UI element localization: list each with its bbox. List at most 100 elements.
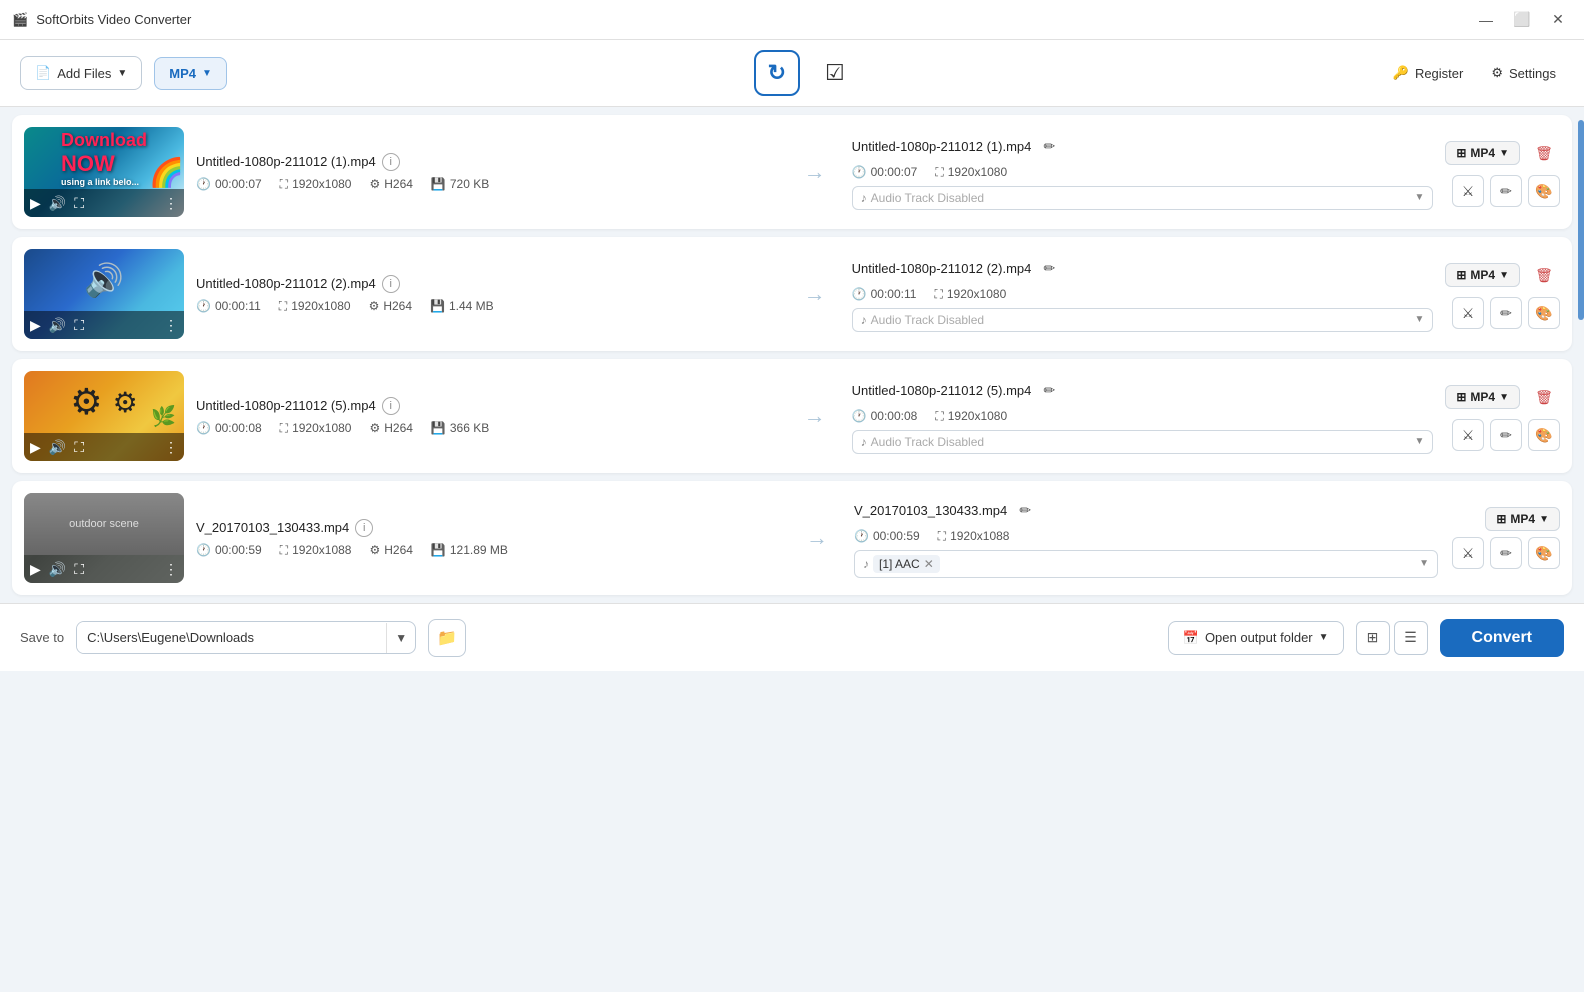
play-icon[interactable]: ▶ bbox=[30, 439, 41, 456]
info-icon[interactable]: i bbox=[382, 397, 400, 415]
delete-button[interactable]: 🗑 bbox=[1528, 137, 1560, 169]
input-file-name: V_20170103_130433.mp4 i bbox=[196, 519, 780, 537]
add-files-button[interactable]: 📄 Add Files ▼ bbox=[20, 56, 142, 90]
info-icon[interactable]: i bbox=[355, 519, 373, 537]
output-format-badge[interactable]: ⊞ MP4 ▼ bbox=[1445, 263, 1520, 287]
save-to-folder-button[interactable]: 📁 bbox=[428, 619, 466, 657]
output-name-text: Untitled-1080p-211012 (1).mp4 bbox=[852, 139, 1032, 154]
out-resolution-meta: ⛶ 1920x1080 bbox=[935, 165, 1007, 180]
thumbnail-overlay: ▶ 🔊 ⛶ ⋮ bbox=[24, 555, 184, 583]
color-button[interactable]: 🎨 bbox=[1528, 175, 1560, 207]
play-icon[interactable]: ▶ bbox=[30, 317, 41, 334]
more-icon[interactable]: ⋮ bbox=[164, 317, 178, 334]
title-bar: 🎬 SoftOrbits Video Converter — ⬜ ✕ bbox=[0, 0, 1584, 40]
output-resolution: 1920x1080 bbox=[947, 287, 1006, 301]
info-icon[interactable]: i bbox=[382, 153, 400, 171]
color-button[interactable]: 🎨 bbox=[1528, 419, 1560, 451]
save-to-label: Save to bbox=[20, 630, 64, 645]
close-button[interactable]: ✕ bbox=[1544, 6, 1572, 34]
save-to-dropdown-button[interactable]: ▼ bbox=[386, 623, 415, 653]
settings-button[interactable]: ⚙ Settings bbox=[1483, 57, 1564, 89]
input-file-name: Untitled-1080p-211012 (1).mp4 i bbox=[196, 153, 778, 171]
output-format-badge[interactable]: ⊞ MP4 ▼ bbox=[1445, 141, 1520, 165]
register-label: Register bbox=[1415, 66, 1463, 81]
more-icon[interactable]: ⋮ bbox=[164, 439, 178, 456]
add-files-chevron-icon: ▼ bbox=[117, 68, 127, 79]
check-button[interactable]: ☑ bbox=[812, 50, 858, 96]
out-duration-meta: 🕐 00:00:07 bbox=[852, 165, 918, 180]
cut-button[interactable]: ⚔ bbox=[1452, 537, 1484, 569]
file-row: Download NOW using a link belo... 🌈 ▶ 🔊 … bbox=[12, 115, 1572, 229]
expand-icon[interactable]: ⛶ bbox=[74, 439, 84, 456]
app-icon: 🎬 bbox=[12, 12, 28, 28]
output-format-badge[interactable]: ⊞ MP4 ▼ bbox=[1485, 507, 1560, 531]
more-icon[interactable]: ⋮ bbox=[164, 561, 178, 578]
grid-view-button[interactable]: ⊞ bbox=[1356, 621, 1390, 655]
resize-icon: ⛶ bbox=[280, 543, 288, 558]
edit-name-icon[interactable]: ✏ bbox=[1037, 135, 1061, 159]
input-size: 1.44 MB bbox=[449, 299, 494, 313]
cut-button[interactable]: ⚔ bbox=[1452, 419, 1484, 451]
color-button[interactable]: 🎨 bbox=[1528, 537, 1560, 569]
edit-name-icon[interactable]: ✏ bbox=[1037, 379, 1061, 403]
delete-button[interactable]: 🗑 bbox=[1528, 259, 1560, 291]
audio-dropdown[interactable]: ♪ Audio Track Disabled ▼ bbox=[852, 430, 1434, 454]
file-list: Download NOW using a link belo... 🌈 ▶ 🔊 … bbox=[0, 107, 1584, 603]
volume-icon[interactable]: 🔊 bbox=[49, 561, 66, 578]
audio-dropdown[interactable]: ♪ [1] AAC ✕ ▼ bbox=[854, 550, 1438, 578]
list-view-button[interactable]: ☰ bbox=[1394, 621, 1428, 655]
refresh-button[interactable]: ↻ bbox=[754, 50, 800, 96]
output-format-badge[interactable]: ⊞ MP4 ▼ bbox=[1445, 385, 1520, 409]
volume-icon[interactable]: 🔊 bbox=[49, 195, 66, 212]
format-button[interactable]: MP4 ▼ bbox=[154, 57, 227, 90]
out-clock-icon: 🕐 bbox=[852, 287, 867, 301]
codec-meta: ⚙ H264 bbox=[369, 299, 412, 314]
input-codec: H264 bbox=[384, 421, 413, 435]
convert-button[interactable]: Convert bbox=[1440, 619, 1564, 657]
expand-icon[interactable]: ⛶ bbox=[74, 561, 84, 578]
clock-icon: 🕐 bbox=[196, 421, 211, 435]
settings-icon: ⚙ bbox=[369, 543, 380, 557]
more-icon[interactable]: ⋮ bbox=[164, 195, 178, 212]
output-duration: 00:00:11 bbox=[871, 287, 917, 301]
edit-button[interactable]: ✏ bbox=[1490, 537, 1522, 569]
edit-name-icon[interactable]: ✏ bbox=[1013, 499, 1037, 523]
expand-icon[interactable]: ⛶ bbox=[74, 195, 84, 212]
edit-button[interactable]: ✏ bbox=[1490, 297, 1522, 329]
input-size: 121.89 MB bbox=[450, 543, 508, 557]
color-button[interactable]: 🎨 bbox=[1528, 297, 1560, 329]
info-icon[interactable]: i bbox=[382, 275, 400, 293]
minimize-button[interactable]: — bbox=[1472, 6, 1500, 34]
edit-name-icon[interactable]: ✏ bbox=[1037, 257, 1061, 281]
volume-icon[interactable]: 🔊 bbox=[49, 439, 66, 456]
output-duration: 00:00:07 bbox=[871, 165, 918, 179]
play-icon[interactable]: ▶ bbox=[30, 195, 41, 212]
edit-button[interactable]: ✏ bbox=[1490, 175, 1522, 207]
open-output-button[interactable]: 📅 Open output folder ▼ bbox=[1168, 621, 1344, 655]
output-meta: 🕐 00:00:07 ⛶ 1920x1080 bbox=[852, 165, 1434, 180]
audio-tag-close-icon[interactable]: ✕ bbox=[924, 557, 934, 571]
maximize-button[interactable]: ⬜ bbox=[1508, 6, 1536, 34]
action-icons: ⚔ ✏ 🎨 bbox=[1452, 537, 1560, 569]
arrow-icon: → bbox=[804, 403, 826, 429]
audio-dropdown[interactable]: ♪ Audio Track Disabled ▼ bbox=[852, 186, 1434, 210]
expand-icon[interactable]: ⛶ bbox=[74, 317, 84, 334]
audio-disabled-label: Audio Track Disabled bbox=[871, 313, 984, 327]
output-info: Untitled-1080p-211012 (1).mp4 ✏ 🕐 00:00:… bbox=[852, 135, 1434, 210]
save-to-path-input[interactable] bbox=[77, 622, 386, 653]
audio-dropdown[interactable]: ♪ Audio Track Disabled ▼ bbox=[852, 308, 1434, 332]
cut-button[interactable]: ⚔ bbox=[1452, 297, 1484, 329]
register-button[interactable]: 🔑 Register bbox=[1385, 57, 1472, 89]
scrollbar[interactable] bbox=[1578, 120, 1584, 320]
cut-button[interactable]: ⚔ bbox=[1452, 175, 1484, 207]
volume-icon[interactable]: 🔊 bbox=[49, 317, 66, 334]
resize-icon: ⛶ bbox=[280, 421, 288, 436]
input-name-text: Untitled-1080p-211012 (5).mp4 bbox=[196, 398, 376, 413]
output-format-label: MP4 bbox=[1470, 268, 1495, 282]
edit-button[interactable]: ✏ bbox=[1490, 419, 1522, 451]
delete-button[interactable]: 🗑 bbox=[1528, 381, 1560, 413]
play-icon[interactable]: ▶ bbox=[30, 561, 41, 578]
view-toggle: ⊞ ☰ bbox=[1356, 621, 1428, 655]
audio-tag: [1] AAC ✕ bbox=[873, 555, 940, 573]
resolution-meta: ⛶ 1920x1080 bbox=[280, 177, 352, 192]
